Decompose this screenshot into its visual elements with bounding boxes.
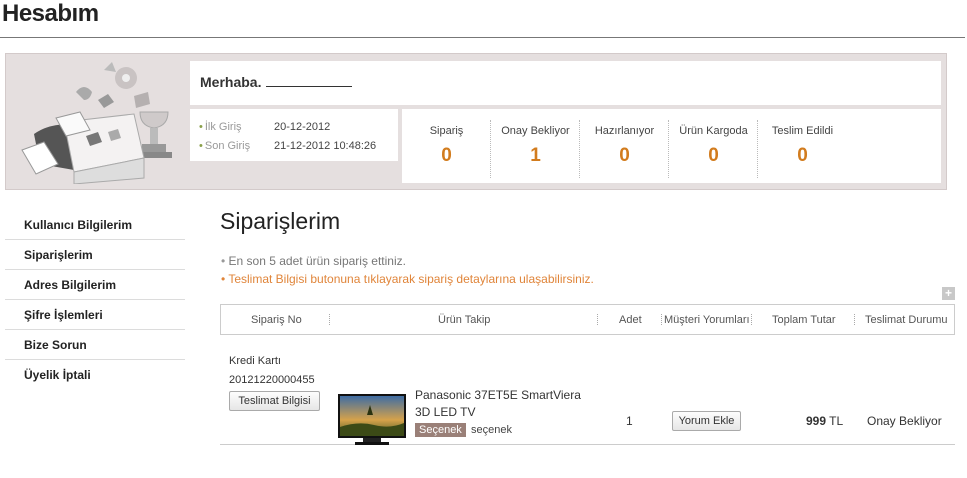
page-title: Hesabım bbox=[2, 0, 99, 27]
stat-value: 0 bbox=[441, 145, 452, 166]
option-badge: Seçenek bbox=[415, 423, 466, 437]
first-login-row: İlk Giriş 20-12-2012 bbox=[199, 121, 330, 133]
col-order-no: Sipariş No bbox=[251, 314, 302, 326]
sidebar-item-cancel-membership[interactable]: Üyelik İptali bbox=[5, 360, 185, 390]
table-row: Kredi Kartı 20121220000455 Teslimat Bilg… bbox=[220, 335, 955, 445]
order-stats-panel: Sipariş 0 Onay Bekliyor 1 Hazırlanıyor 0… bbox=[402, 109, 941, 183]
stat-preparing[interactable]: Hazırlanıyor 0 bbox=[580, 118, 669, 183]
sidebar-item-orders[interactable]: Siparişlerim bbox=[5, 240, 185, 270]
stat-value: 1 bbox=[530, 145, 541, 166]
last-login-row: Son Giriş 21-12-2012 10:48:26 bbox=[199, 140, 376, 152]
col-separator bbox=[854, 314, 855, 325]
title-divider bbox=[0, 37, 965, 38]
stat-awaiting-approval[interactable]: Onay Bekliyor 1 bbox=[491, 118, 580, 183]
orders-info-hint: Teslimat Bilgisi butonuna tıklayarak sip… bbox=[221, 272, 594, 286]
login-info-panel: İlk Giriş 20-12-2012 Son Giriş 21-12-201… bbox=[190, 109, 398, 161]
currency: TL bbox=[829, 414, 844, 428]
col-separator bbox=[751, 314, 752, 325]
delivery-status: Onay Bekliyor bbox=[867, 414, 942, 428]
stat-label: Ürün Kargoda bbox=[679, 125, 748, 137]
sidebar-item-ask-us[interactable]: Bize Sorun bbox=[5, 330, 185, 360]
col-total: Toplam Tutar bbox=[772, 314, 836, 326]
first-login-value: 20-12-2012 bbox=[274, 121, 331, 133]
greeting: Merhaba. bbox=[200, 74, 353, 90]
orders-title: Siparişlerim bbox=[220, 208, 341, 234]
total-amount: 999 bbox=[806, 414, 827, 428]
col-tracking: Ürün Takip bbox=[438, 314, 491, 326]
stat-value: 0 bbox=[708, 145, 719, 166]
last-login-label: Son Giriş bbox=[199, 140, 274, 152]
order-number: 20121220000455 bbox=[229, 374, 315, 386]
stat-shipped[interactable]: Ürün Kargoda 0 bbox=[669, 118, 758, 183]
greeting-panel: Merhaba. bbox=[190, 61, 941, 105]
last-login-value: 21-12-2012 10:48:26 bbox=[274, 140, 377, 152]
stat-label: Onay Bekliyor bbox=[501, 125, 570, 137]
product-name[interactable]: Panasonic 37ET5E SmartViera 3D LED TV bbox=[415, 387, 595, 421]
stat-orders[interactable]: Sipariş 0 bbox=[402, 118, 491, 183]
greeting-text: Merhaba. bbox=[200, 74, 262, 90]
stat-value: 0 bbox=[797, 145, 808, 166]
payment-method: Kredi Kartı bbox=[229, 355, 281, 367]
delivery-info-button[interactable]: Teslimat Bilgisi bbox=[229, 391, 320, 411]
col-status: Teslimat Durumu bbox=[865, 314, 948, 326]
stat-label: Hazırlanıyor bbox=[594, 125, 655, 137]
order-total: 999 TL bbox=[806, 414, 843, 428]
sidebar-item-addresses[interactable]: Adres Bilgilerim bbox=[5, 270, 185, 300]
col-qty: Adet bbox=[619, 314, 642, 326]
product-thumbnail[interactable] bbox=[337, 393, 407, 448]
account-summary: Merhaba. İlk Giriş 20-12-2012 Son Giriş … bbox=[5, 53, 947, 190]
first-login-label: İlk Giriş bbox=[199, 121, 274, 133]
col-separator bbox=[329, 314, 330, 325]
account-sidebar: Kullanıcı Bilgilerim Siparişlerim Adres … bbox=[5, 210, 185, 390]
orders-info-count: En son 5 adet ürün sipariş ettiniz. bbox=[221, 254, 406, 268]
stat-label: Sipariş bbox=[429, 125, 464, 137]
stat-delivered[interactable]: Teslim Edildi 0 bbox=[758, 118, 847, 183]
username-blank bbox=[266, 74, 353, 87]
add-review-button[interactable]: Yorum Ekle bbox=[672, 411, 741, 431]
sidebar-item-password[interactable]: Şifre İşlemleri bbox=[5, 300, 185, 330]
stat-value: 0 bbox=[619, 145, 630, 166]
sidebar-item-user-info[interactable]: Kullanıcı Bilgilerim bbox=[5, 210, 185, 240]
expand-button[interactable]: + bbox=[942, 287, 955, 300]
gift-box-illustration bbox=[21, 62, 172, 184]
quantity: 1 bbox=[626, 414, 633, 428]
option-value: seçenek bbox=[471, 424, 512, 436]
orders-table: Sipariş No Ürün Takip Adet Müşteri Yorum… bbox=[220, 304, 955, 445]
stat-label: Teslim Edildi bbox=[771, 125, 834, 137]
col-reviews: Müşteri Yorumları bbox=[664, 314, 750, 326]
table-header: Sipariş No Ürün Takip Adet Müşteri Yorum… bbox=[220, 304, 955, 335]
col-separator bbox=[661, 314, 662, 325]
col-separator bbox=[597, 314, 598, 325]
